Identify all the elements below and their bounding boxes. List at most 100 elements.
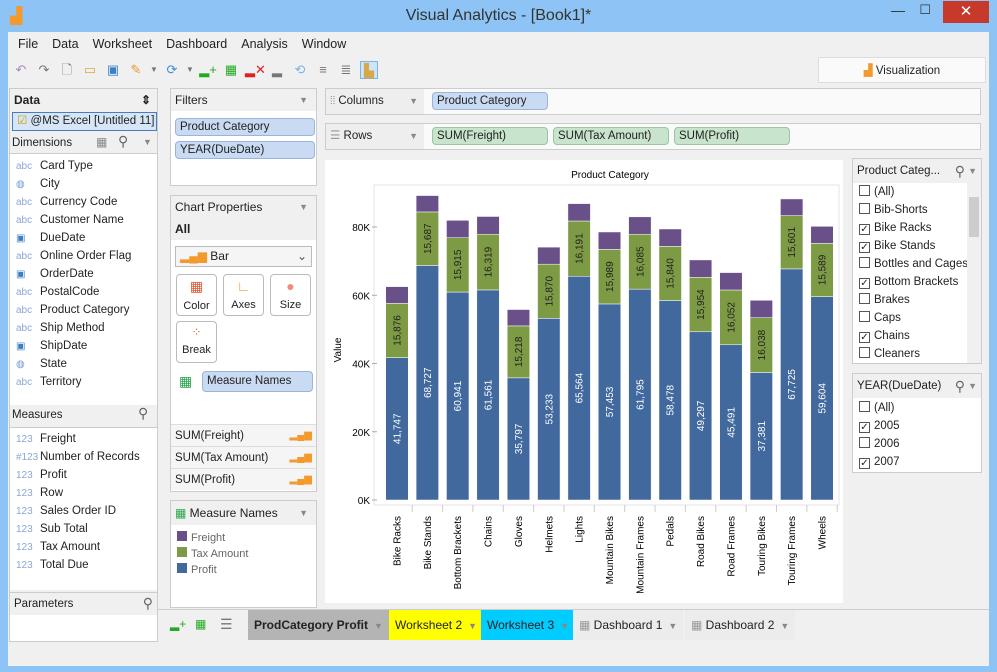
new-file-icon[interactable]: 🗋 <box>58 61 76 79</box>
scrollbar-thumb[interactable] <box>969 197 979 237</box>
field-item[interactable]: 123 Tax Amount <box>10 538 157 556</box>
field-item[interactable]: ◍ City <box>10 175 157 193</box>
sheet-tab[interactable]: Worksheet 2 ▼ <box>389 610 481 640</box>
filter-option[interactable]: ✓ Bike Stands <box>853 237 965 255</box>
field-item[interactable]: #123 Number of Records <box>10 448 157 466</box>
filter-option[interactable]: Bottles and Cages <box>853 255 968 273</box>
filter-option[interactable]: Brakes <box>853 291 965 309</box>
filter-option[interactable]: ✓ 2005 <box>853 417 900 435</box>
menu-window[interactable]: Window <box>302 37 346 51</box>
filter-option[interactable]: Bib-Shorts <box>853 201 965 219</box>
filter-pill-year-duedate[interactable]: YEAR(DueDate) <box>175 141 315 159</box>
search-icon[interactable]: ⚲ <box>955 374 965 398</box>
legend-item[interactable]: Freight <box>177 531 248 547</box>
field-item[interactable]: ▣ DueDate <box>10 229 157 247</box>
checkbox-checked[interactable]: ✓ <box>859 332 870 343</box>
dropdown-icon[interactable]: ▼ <box>409 89 418 114</box>
close-button[interactable]: ✕ <box>943 1 989 23</box>
field-item[interactable]: 123 Row <box>10 484 157 502</box>
search-icon[interactable]: ⚲ <box>138 405 148 422</box>
field-item[interactable]: 123 Sales Order ID <box>10 502 157 520</box>
field-item[interactable]: abc Territory <box>10 373 157 391</box>
field-item[interactable]: abc Card Type <box>10 157 157 175</box>
break-button[interactable]: ⁘ Break <box>176 321 217 363</box>
dropdown-icon[interactable]: ▼ <box>560 621 569 631</box>
bar-freight[interactable] <box>598 231 622 250</box>
filter-option[interactable]: 2006 <box>853 435 900 453</box>
dropdown-icon[interactable]: ▼ <box>299 89 308 111</box>
size-button[interactable]: ● Size <box>270 274 311 316</box>
filter-option[interactable]: ✓ Bike Racks <box>853 219 965 237</box>
filter-option[interactable]: ✓ Chains <box>853 327 965 345</box>
field-item[interactable]: 123 Profit <box>10 466 157 484</box>
redo-icon[interactable]: ↷ <box>35 61 53 79</box>
checkbox-unchecked[interactable] <box>859 437 870 448</box>
axes-button[interactable]: ∟ Axes <box>223 274 264 316</box>
menu-file[interactable]: File <box>18 37 38 51</box>
column-pill-product-category[interactable]: Product Category <box>432 92 548 110</box>
dropdown-icon[interactable]: ▼ <box>299 196 308 218</box>
sort-ascending-icon[interactable]: ≡ <box>314 61 332 79</box>
sheet-list-icon[interactable]: ☰ <box>220 616 233 633</box>
filter-option[interactable]: ✓ Bottom Brackets <box>853 273 965 291</box>
undo-icon[interactable]: ↶ <box>12 61 30 79</box>
field-item[interactable]: abc Currency Code <box>10 193 157 211</box>
chart-type-select[interactable]: ▂▄▆ Bar ⌄ <box>175 246 312 267</box>
field-item[interactable]: 123 Freight <box>10 430 157 448</box>
search-icon[interactable]: ⚲ <box>955 159 965 183</box>
field-item[interactable]: abc Product Category <box>10 301 157 319</box>
sort-icon[interactable]: ⇕ <box>141 89 151 111</box>
new-worksheet-icon[interactable]: ▂+ <box>170 617 186 631</box>
menu-analysis[interactable]: Analysis <box>241 37 288 51</box>
connect-icon[interactable]: ✎ <box>127 61 145 79</box>
new-worksheet-icon[interactable]: ▂+ <box>199 61 217 79</box>
dropdown-icon[interactable]: ▼ <box>143 137 152 147</box>
visualization-tab[interactable]: ▟ Visualization <box>818 57 986 83</box>
bar-freight[interactable] <box>658 228 682 247</box>
checkbox-checked[interactable]: ✓ <box>859 224 870 235</box>
sheet-tab[interactable]: ▦ Dashboard 1 ▼ <box>573 610 683 640</box>
checkbox-unchecked[interactable] <box>859 347 870 358</box>
dropdown-icon[interactable]: ▼ <box>299 501 308 525</box>
data-source[interactable]: ☑ @MS Excel [Untitled 11] <box>12 112 157 131</box>
search-icon[interactable]: ⚲ <box>118 133 128 150</box>
checkbox-checked[interactable]: ✓ <box>859 422 870 433</box>
checkbox-checked[interactable]: ✓ <box>859 278 870 289</box>
presentation-icon[interactable]: ▙ <box>360 61 378 79</box>
swap-icon[interactable]: ⟲ <box>291 61 309 79</box>
measure-pill[interactable]: SUM(Freight) ▂▄▆ <box>171 424 316 446</box>
row-pill-tax-amount[interactable]: SUM(Tax Amount) <box>553 127 669 145</box>
checkbox-unchecked[interactable] <box>859 401 870 412</box>
dropdown-icon[interactable]: ▼ <box>668 621 677 631</box>
checkbox-unchecked[interactable] <box>859 311 870 322</box>
filter-option[interactable]: Caps <box>853 309 965 327</box>
field-item[interactable]: abc Online Order Flag <box>10 247 157 265</box>
row-pill-profit[interactable]: SUM(Profit) <box>674 127 790 145</box>
new-dashboard-icon[interactable]: ▦ <box>195 617 206 631</box>
field-item[interactable]: ▣ OrderDate <box>10 265 157 283</box>
sheet-tab[interactable]: ▦ Dashboard 2 ▼ <box>685 610 795 640</box>
bar-freight[interactable] <box>689 259 713 278</box>
row-pill-freight[interactable]: SUM(Freight) <box>432 127 548 145</box>
bar-freight[interactable] <box>446 220 470 238</box>
bar-freight[interactable] <box>567 203 591 222</box>
dropdown-icon[interactable]: ▼ <box>968 374 977 398</box>
checkbox-unchecked[interactable] <box>859 257 870 268</box>
bar-freight[interactable] <box>628 216 652 235</box>
bar-freight[interactable] <box>506 309 530 327</box>
checkbox-unchecked[interactable] <box>859 293 870 304</box>
refresh-icon[interactable]: ⟳ <box>163 61 181 79</box>
legend-item[interactable]: Tax Amount <box>177 547 248 563</box>
bar-freight[interactable] <box>719 272 743 291</box>
field-item[interactable]: abc PostalCode <box>10 283 157 301</box>
sort-descending-icon[interactable]: ≣ <box>337 61 355 79</box>
menu-data[interactable]: Data <box>52 37 78 51</box>
color-button[interactable]: ▦ Color <box>176 274 217 316</box>
checkbox-checked[interactable]: ✓ <box>859 458 870 469</box>
new-dashboard-icon[interactable]: ▦ <box>222 61 240 79</box>
measure-pill[interactable]: SUM(Profit) ▂▄▆ <box>171 468 316 490</box>
checkbox-unchecked[interactable] <box>859 203 870 214</box>
dropdown-icon[interactable]: ▼ <box>409 124 418 149</box>
bar-freight[interactable] <box>415 195 439 213</box>
filter-option[interactable]: (All) <box>853 399 900 417</box>
